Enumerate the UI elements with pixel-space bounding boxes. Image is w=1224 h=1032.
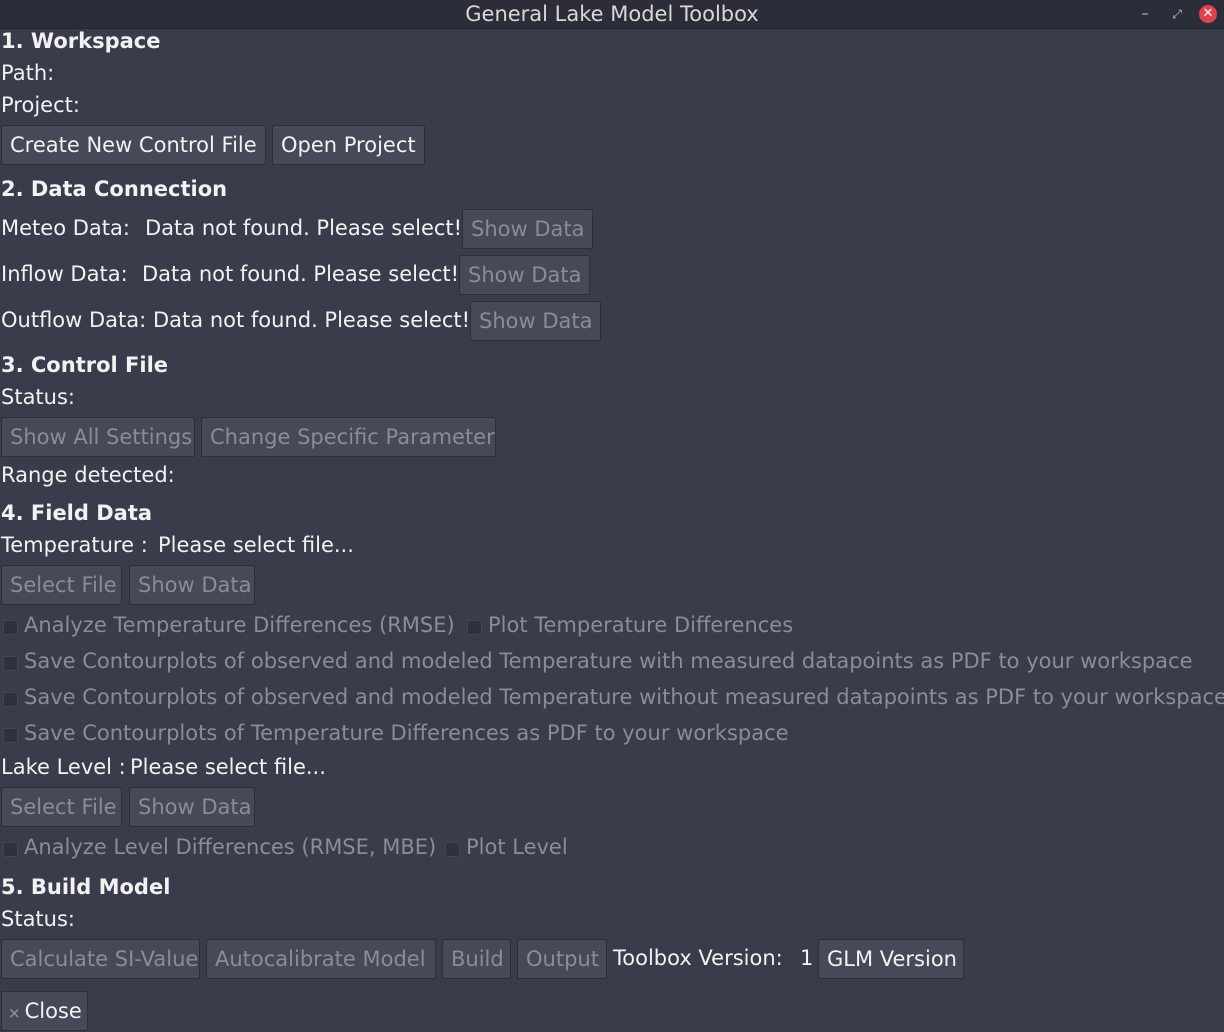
analyze-level-label: Analyze Level Differences (RMSE, MBE) [24,835,437,859]
temperature-label: Temperature : [1,533,148,557]
workspace-project-label: Project: [1,93,80,117]
contour-without-points-checkbox[interactable] [3,692,18,707]
inflow-data-status: Data not found. Please select! [142,262,460,286]
contour-without-points-label: Save Contourplots of observed and modele… [24,685,1224,709]
plot-temperature-label: Plot Temperature Differences [488,613,794,637]
calculate-si-value-button[interactable]: Calculate SI-Value [1,939,200,979]
contour-with-points-checkbox[interactable] [3,656,18,671]
inflow-show-data-button[interactable]: Show Data [459,255,590,295]
lake-level-label: Lake Level : [1,755,126,779]
data-connection-heading: 2. Data Connection [1,177,228,201]
meteo-data-label: Meteo Data: [1,216,130,240]
build-button[interactable]: Build [442,939,511,979]
contour-with-points-label: Save Contourplots of observed and modele… [24,649,1193,673]
change-specific-parameter-button[interactable]: Change Specific Parameter [201,417,496,457]
close-icon: × [8,1004,21,1022]
meteo-data-status: Data not found. Please select! [145,216,463,240]
lake-level-show-data-button[interactable]: Show Data [129,787,255,827]
temperature-file-status: Please select file... [158,533,354,557]
open-project-button[interactable]: Open Project [272,125,425,165]
window-close-icon[interactable]: ✕ [1199,5,1217,23]
workspace-heading: 1. Workspace [1,29,161,53]
minimize-icon[interactable]: – [1135,4,1155,24]
outflow-show-data-button[interactable]: Show Data [470,301,601,341]
analyze-temperature-checkbox[interactable] [3,620,18,635]
create-control-file-button[interactable]: Create New Control File [1,125,266,165]
window-title: General Lake Model Toolbox [465,2,759,26]
meteo-show-data-button[interactable]: Show Data [462,209,593,249]
build-model-status-label: Status: [1,907,75,931]
outflow-data-label: Outflow Data: [1,308,147,332]
build-model-heading: 5. Build Model [1,875,171,899]
close-button[interactable]: × Close [1,991,88,1031]
contour-differences-label: Save Contourplots of Temperature Differe… [24,721,789,745]
control-file-heading: 3. Control File [1,353,169,377]
analyze-temperature-label: Analyze Temperature Differences (RMSE) [24,613,455,637]
field-data-heading: 4. Field Data [1,501,153,525]
control-file-status-label: Status: [1,385,75,409]
contour-differences-checkbox[interactable] [3,728,18,743]
plot-temperature-checkbox[interactable] [467,620,482,635]
inflow-data-label: Inflow Data: [1,262,128,286]
close-button-label: Close [24,999,82,1023]
outflow-data-status: Data not found. Please select! [153,308,471,332]
temperature-show-data-button[interactable]: Show Data [129,565,255,605]
show-all-settings-button[interactable]: Show All Settings [1,417,195,457]
output-button[interactable]: Output [517,939,607,979]
glm-version-button[interactable]: GLM Version [818,939,964,979]
plot-level-checkbox[interactable] [445,842,460,857]
lake-level-file-status: Please select file... [130,755,326,779]
plot-level-label: Plot Level [466,835,568,859]
workspace-path-label: Path: [1,61,55,85]
window-titlebar: General Lake Model Toolbox – ⤢ ✕ [0,0,1224,29]
temperature-select-file-button[interactable]: Select File [1,565,122,605]
autocalibrate-model-button[interactable]: Autocalibrate Model [206,939,436,979]
analyze-level-checkbox[interactable] [3,842,18,857]
toolbox-version-label: Toolbox Version: [613,946,783,970]
range-detected-label: Range detected: [1,463,175,487]
lake-level-select-file-button[interactable]: Select File [1,787,122,827]
toolbox-version-value: 1 [800,946,814,970]
maximize-icon[interactable]: ⤢ [1167,4,1187,24]
